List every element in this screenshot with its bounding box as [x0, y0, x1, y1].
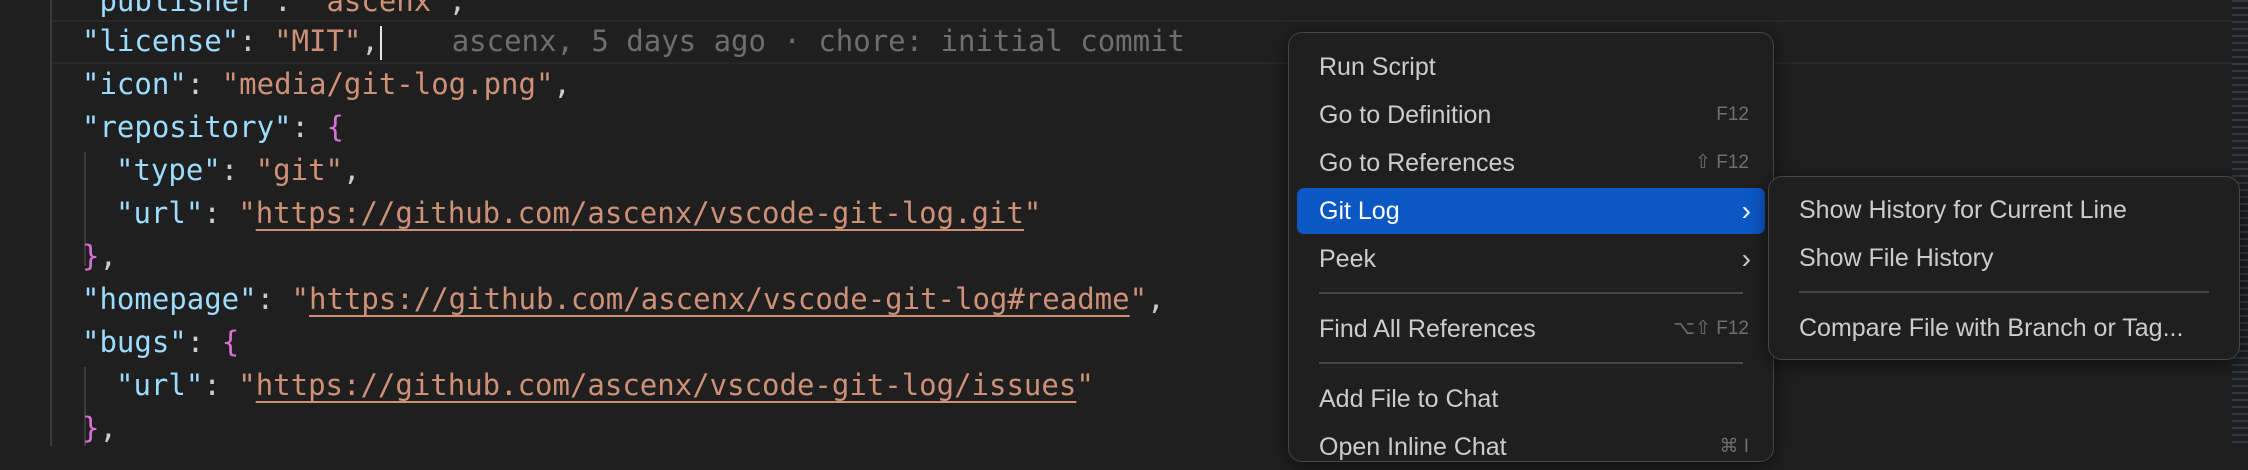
keyboard-shortcut: ⌥⇧ F12: [1673, 318, 1749, 339]
menu-item-add-file-to-chat[interactable]: Add File to Chat: [1297, 376, 1765, 422]
indent-guide: [50, 0, 52, 446]
json-key: "url": [116, 196, 204, 230]
menu-item-go-to-definition[interactable]: Go to Definition F12: [1297, 92, 1765, 138]
git-blame-annotation: ascenx, 5 days ago · chore: initial comm…: [451, 24, 1185, 58]
chevron-right-icon: ›: [1741, 195, 1751, 226]
menu-item-label: Peek: [1319, 245, 1376, 273]
code-line[interactable]: "homepage": "https://github.com/ascenx/v…: [82, 278, 1165, 321]
json-key: "bugs": [82, 325, 187, 359]
menu-separator: [1319, 292, 1743, 294]
json-key: "publisher": [82, 0, 275, 18]
menu-item-label: Go to References: [1319, 149, 1515, 177]
menu-item-find-all-references[interactable]: Find All References ⌥⇧ F12: [1297, 306, 1765, 352]
json-key: "license": [82, 24, 240, 58]
keyboard-shortcut: ⇧ F12: [1695, 152, 1749, 173]
menu-item-label: Show File History: [1799, 244, 1994, 272]
menu-item-open-inline-chat[interactable]: Open Inline Chat ⌘ I: [1297, 424, 1765, 470]
repository-url-link[interactable]: https://github.com/ascenx/vscode-git-log…: [256, 196, 1024, 230]
menu-item-label: Compare File with Branch or Tag...: [1799, 314, 2184, 342]
json-string: "MIT": [274, 24, 362, 58]
menu-item-label: Open Inline Chat: [1319, 433, 1507, 461]
submenu-item-compare-file-branch-tag[interactable]: Compare File with Branch or Tag...: [1777, 305, 2231, 351]
bracket: {: [326, 110, 344, 144]
bracket: {: [221, 325, 240, 359]
keyboard-shortcut: ⌘ I: [1719, 436, 1749, 457]
code-line[interactable]: "license": "MIT", ascenx, 5 days ago · c…: [82, 20, 1185, 63]
bugs-url-link[interactable]: https://github.com/ascenx/vscode-git-log…: [256, 368, 1077, 402]
bracket: }: [82, 239, 100, 273]
menu-separator: [1799, 291, 2209, 293]
json-key: "repository": [82, 110, 292, 144]
git-log-submenu: Show History for Current Line Show File …: [1768, 176, 2240, 360]
code-line[interactable]: },: [82, 407, 117, 450]
json-key: "type": [116, 153, 221, 187]
json-key: "homepage": [82, 282, 257, 316]
code-line[interactable]: "repository": {: [82, 106, 344, 149]
json-string: "ascenx": [308, 0, 449, 18]
menu-item-peek[interactable]: Peek ›: [1297, 236, 1765, 282]
menu-item-run-script[interactable]: Run Script: [1297, 44, 1765, 90]
code-line[interactable]: "url": "https://github.com/ascenx/vscode…: [116, 192, 1041, 235]
menu-item-git-log[interactable]: Git Log ›: [1297, 188, 1765, 234]
bracket: }: [82, 411, 100, 445]
code-line[interactable]: "url": "https://github.com/ascenx/vscode…: [116, 364, 1094, 407]
submenu-item-show-history-current-line[interactable]: Show History for Current Line: [1777, 187, 2231, 233]
json-key: "icon": [82, 67, 187, 101]
code-line[interactable]: "icon": "media/git-log.png",: [82, 63, 571, 106]
chevron-right-icon: ›: [1741, 243, 1751, 274]
json-string: "git": [255, 153, 343, 187]
code-line[interactable]: "type": "git",: [116, 149, 360, 192]
code-line[interactable]: "bugs": {: [82, 321, 239, 364]
menu-separator: [1319, 362, 1743, 364]
menu-item-label: Add File to Chat: [1319, 385, 1499, 413]
menu-item-label: Go to Definition: [1319, 101, 1492, 129]
menu-item-label: Run Script: [1319, 53, 1436, 81]
code-line[interactable]: },: [82, 235, 117, 278]
menu-item-label: Show History for Current Line: [1799, 196, 2127, 224]
homepage-url-link[interactable]: https://github.com/ascenx/vscode-git-log…: [309, 282, 1130, 316]
editor-context-menu: Run Script Go to Definition F12 Go to Re…: [1288, 32, 1774, 462]
json-key: "url": [116, 368, 204, 402]
keyboard-shortcut: F12: [1716, 104, 1749, 125]
menu-item-label: Find All References: [1319, 315, 1536, 343]
submenu-item-show-file-history[interactable]: Show File History: [1777, 235, 2231, 281]
json-string: "media/git-log.png": [221, 67, 554, 101]
menu-item-go-to-references[interactable]: Go to References ⇧ F12: [1297, 140, 1765, 186]
menu-item-label: Git Log: [1319, 197, 1400, 225]
